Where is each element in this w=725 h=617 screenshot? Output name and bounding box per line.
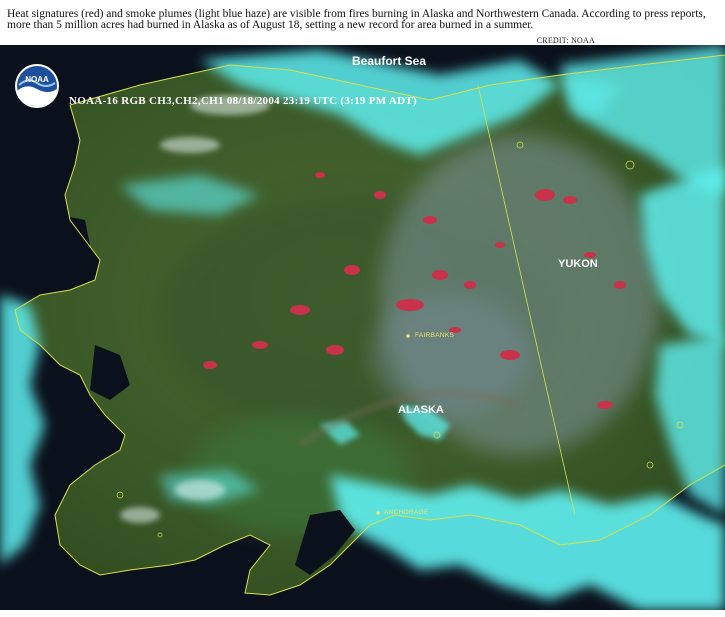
label-fairbanks: FAIRBANKS <box>415 332 455 339</box>
sensor-info-line: NOAA-16 RGB CH3,CH2,CH1 08/18/2004 23:19… <box>69 95 417 107</box>
fairbanks-dot <box>406 334 410 338</box>
noaa-logo: NOAA <box>15 64 59 108</box>
label-beaufort-sea: Beaufort Sea <box>352 54 427 68</box>
label-yukon: YUKON <box>558 258 598 270</box>
satellite-map: NOAA NOAA-16 RGB CH3,CH2,CH1 08/18/2004 … <box>0 45 725 610</box>
map-graphic <box>0 45 725 610</box>
anchorage-dot <box>376 511 380 515</box>
svg-text:NOAA: NOAA <box>25 75 49 84</box>
image-credit: CREDIT: NOAA <box>536 36 595 45</box>
label-anchorage: ANCHORAGE <box>384 509 429 516</box>
image-caption: Heat signatures (red) and smoke plumes (… <box>7 8 706 31</box>
label-alaska: ALASKA <box>398 404 444 416</box>
